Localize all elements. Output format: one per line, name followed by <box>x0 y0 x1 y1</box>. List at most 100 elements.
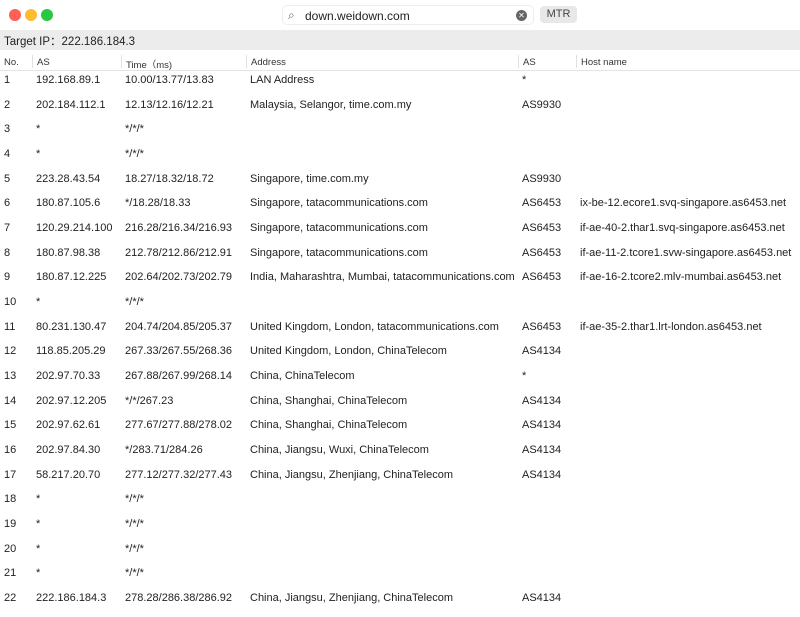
table-row[interactable]: 12 118.85.205.29 267.33/267.55/268.36 Unite… <box>0 345 800 365</box>
search-value[interactable]: down.weidown.com <box>305 9 410 23</box>
hop-time: */*/* <box>125 123 144 136</box>
hop-time: 12.13/12.16/12.21 <box>125 98 214 111</box>
hop-ip: 202.97.62.61 <box>36 419 101 432</box>
hop-no: 18 <box>4 493 17 506</box>
column-header-address[interactable]: Address <box>251 57 286 68</box>
hop-ip: 180.87.105.6 <box>36 197 101 210</box>
hop-no: 12 <box>4 345 17 358</box>
target-ip-bar: Target IP：222.186.184.3 <box>0 30 800 50</box>
search-input[interactable]: ⌕ down.weidown.com ✕ <box>282 5 534 25</box>
hop-hostname: if-ae-11-2.tcore1.svw-singapore.as6453.n… <box>580 246 792 259</box>
hop-no: 14 <box>4 394 17 407</box>
table-row[interactable]: 6 180.87.105.6 */18.28/18.33 Singapore, tat… <box>0 197 800 217</box>
hop-no: 5 <box>4 172 11 185</box>
hop-as: AS6453 <box>522 320 562 333</box>
column-header-as[interactable]: AS <box>523 57 536 68</box>
hop-time: 278.28/286.38/286.92 <box>125 592 233 605</box>
hop-hostname: if-ae-40-2.thar1.svq-singapore.as6453.ne… <box>580 222 785 235</box>
column-header-no[interactable]: No. <box>4 57 19 68</box>
hop-time: */*/* <box>125 493 144 506</box>
hop-as: * <box>522 370 527 383</box>
table-row[interactable]: 15 202.97.62.61 277.67/277.88/278.02 China,… <box>0 419 800 439</box>
minimize-window-button[interactable] <box>25 9 37 21</box>
title-bar: ⌕ down.weidown.com ✕ MTR <box>0 0 800 30</box>
table-row[interactable]: 18 * */*/* <box>0 493 800 513</box>
hop-time: */*/* <box>125 296 144 309</box>
hop-time: 267.33/267.55/268.36 <box>125 345 233 358</box>
hop-address: United Kingdom, London, ChinaTelecom <box>250 345 447 358</box>
hop-as: AS4134 <box>522 419 562 432</box>
hop-address: China, Shanghai, ChinaTelecom <box>250 394 408 407</box>
hop-as: AS9930 <box>522 172 562 185</box>
table-row[interactable]: 17 58.217.20.70 277.12/277.32/277.43 China,… <box>0 469 800 489</box>
hop-time: */18.28/18.33 <box>125 197 191 210</box>
hop-ip: * <box>36 567 41 580</box>
table-row[interactable]: 1 192.168.89.1 10.00/13.77/13.83 LAN Addres… <box>0 74 800 94</box>
table-row[interactable]: 22 222.186.184.3 278.28/286.38/286.92 China… <box>0 592 800 612</box>
table-row[interactable]: 14 202.97.12.205 */*/267.23 China, Shanghai… <box>0 395 800 415</box>
hop-as: AS4134 <box>522 444 562 457</box>
hop-time: */*/* <box>125 567 144 580</box>
table-row[interactable]: 8 180.87.98.38 212.78/212.86/212.91 Singapo… <box>0 247 800 267</box>
table-row[interactable]: 19 * */*/* <box>0 518 800 538</box>
hop-no: 10 <box>4 296 17 309</box>
hop-ip: 223.28.43.54 <box>36 172 101 185</box>
column-header-time[interactable]: Time（ms) <box>126 57 172 71</box>
hop-hostname: if-ae-16-2.tcore2.mlv-mumbai.as6453.net <box>580 271 782 284</box>
zoom-window-button[interactable] <box>41 9 53 21</box>
close-window-button[interactable] <box>9 9 21 21</box>
table-row[interactable]: 5 223.28.43.54 18.27/18.32/18.72 Singapore,… <box>0 173 800 193</box>
hop-as: AS4134 <box>522 592 562 605</box>
hop-address: LAN Address <box>250 74 315 86</box>
hop-time: 267.88/267.99/268.14 <box>125 370 233 383</box>
hop-no: 13 <box>4 370 17 383</box>
hop-as: AS4134 <box>522 394 562 407</box>
table-row[interactable]: 11 80.231.130.47 204.74/204.85/205.37 Unite… <box>0 321 800 341</box>
table-row[interactable]: 9 180.87.12.225 202.64/202.73/202.79 India,… <box>0 271 800 291</box>
hop-no: 20 <box>4 542 17 555</box>
hop-address: Singapore, tatacommunications.com <box>250 222 428 235</box>
hop-no: 19 <box>4 518 17 531</box>
hop-no: 22 <box>4 592 17 605</box>
hop-time: 202.64/202.73/202.79 <box>125 271 233 284</box>
hop-address: China, Jiangsu, Zhenjiang, ChinaTelecom <box>250 592 454 605</box>
table-row[interactable]: 10 * */*/* <box>0 296 800 316</box>
hop-address: Singapore, time.com.my <box>250 172 369 185</box>
table-row[interactable]: 13 202.97.70.33 267.88/267.99/268.14 China,… <box>0 370 800 390</box>
hop-no: 2 <box>4 98 11 111</box>
hop-address: China, Jiangsu, Wuxi, ChinaTelecom <box>250 444 429 457</box>
hop-time: 18.27/18.32/18.72 <box>125 172 214 185</box>
clear-icon[interactable]: ✕ <box>516 10 527 21</box>
magnifier-icon[interactable]: ⌕ <box>288 8 295 23</box>
hop-address: China, Jiangsu, Zhenjiang, ChinaTelecom <box>250 468 454 481</box>
hop-ip: * <box>36 123 41 136</box>
hop-no: 16 <box>4 444 17 457</box>
column-header-ip[interactable]: AS <box>37 57 50 68</box>
hop-ip: 120.29.214.100 <box>36 222 113 235</box>
hop-ip: * <box>36 148 41 160</box>
hop-time: 10.00/13.77/13.83 <box>125 74 214 86</box>
table-row[interactable]: 7 120.29.214.100 216.28/216.34/216.93 Singa… <box>0 222 800 242</box>
table-row[interactable]: 16 202.97.84.30 */283.71/284.26 China, Jian… <box>0 444 800 464</box>
mtr-button[interactable]: MTR <box>540 6 577 23</box>
hop-as: AS6453 <box>522 197 562 210</box>
table-row[interactable]: 3 * */*/* <box>0 123 800 143</box>
hop-time: 277.12/277.32/277.43 <box>125 468 233 481</box>
hop-ip: 202.184.112.1 <box>36 98 106 111</box>
hop-ip: 58.217.20.70 <box>36 468 101 481</box>
hop-no: 11 <box>4 320 16 333</box>
column-header-host[interactable]: Host name <box>581 57 627 68</box>
hop-address: Singapore, tatacommunications.com <box>250 246 428 259</box>
hop-time: */*/* <box>125 518 144 531</box>
hop-as: AS6453 <box>522 271 562 284</box>
table-row[interactable]: 2 202.184.112.1 12.13/12.16/12.21 Malaysia,… <box>0 99 800 119</box>
table-row[interactable]: 21 * */*/* <box>0 567 800 587</box>
hop-ip: 118.85.205.29 <box>36 345 106 358</box>
target-ip-value: 222.186.184.3 <box>61 36 136 48</box>
hop-no: 4 <box>4 148 11 160</box>
table-row[interactable]: 4 * */*/* <box>0 148 800 168</box>
hop-address: China, Shanghai, ChinaTelecom <box>250 419 408 432</box>
hop-ip: * <box>36 542 41 555</box>
table-row[interactable]: 20 * */*/* <box>0 543 800 563</box>
hop-hostname: if-ae-35-2.thar1.lrt-london.as6453.net <box>580 320 762 333</box>
